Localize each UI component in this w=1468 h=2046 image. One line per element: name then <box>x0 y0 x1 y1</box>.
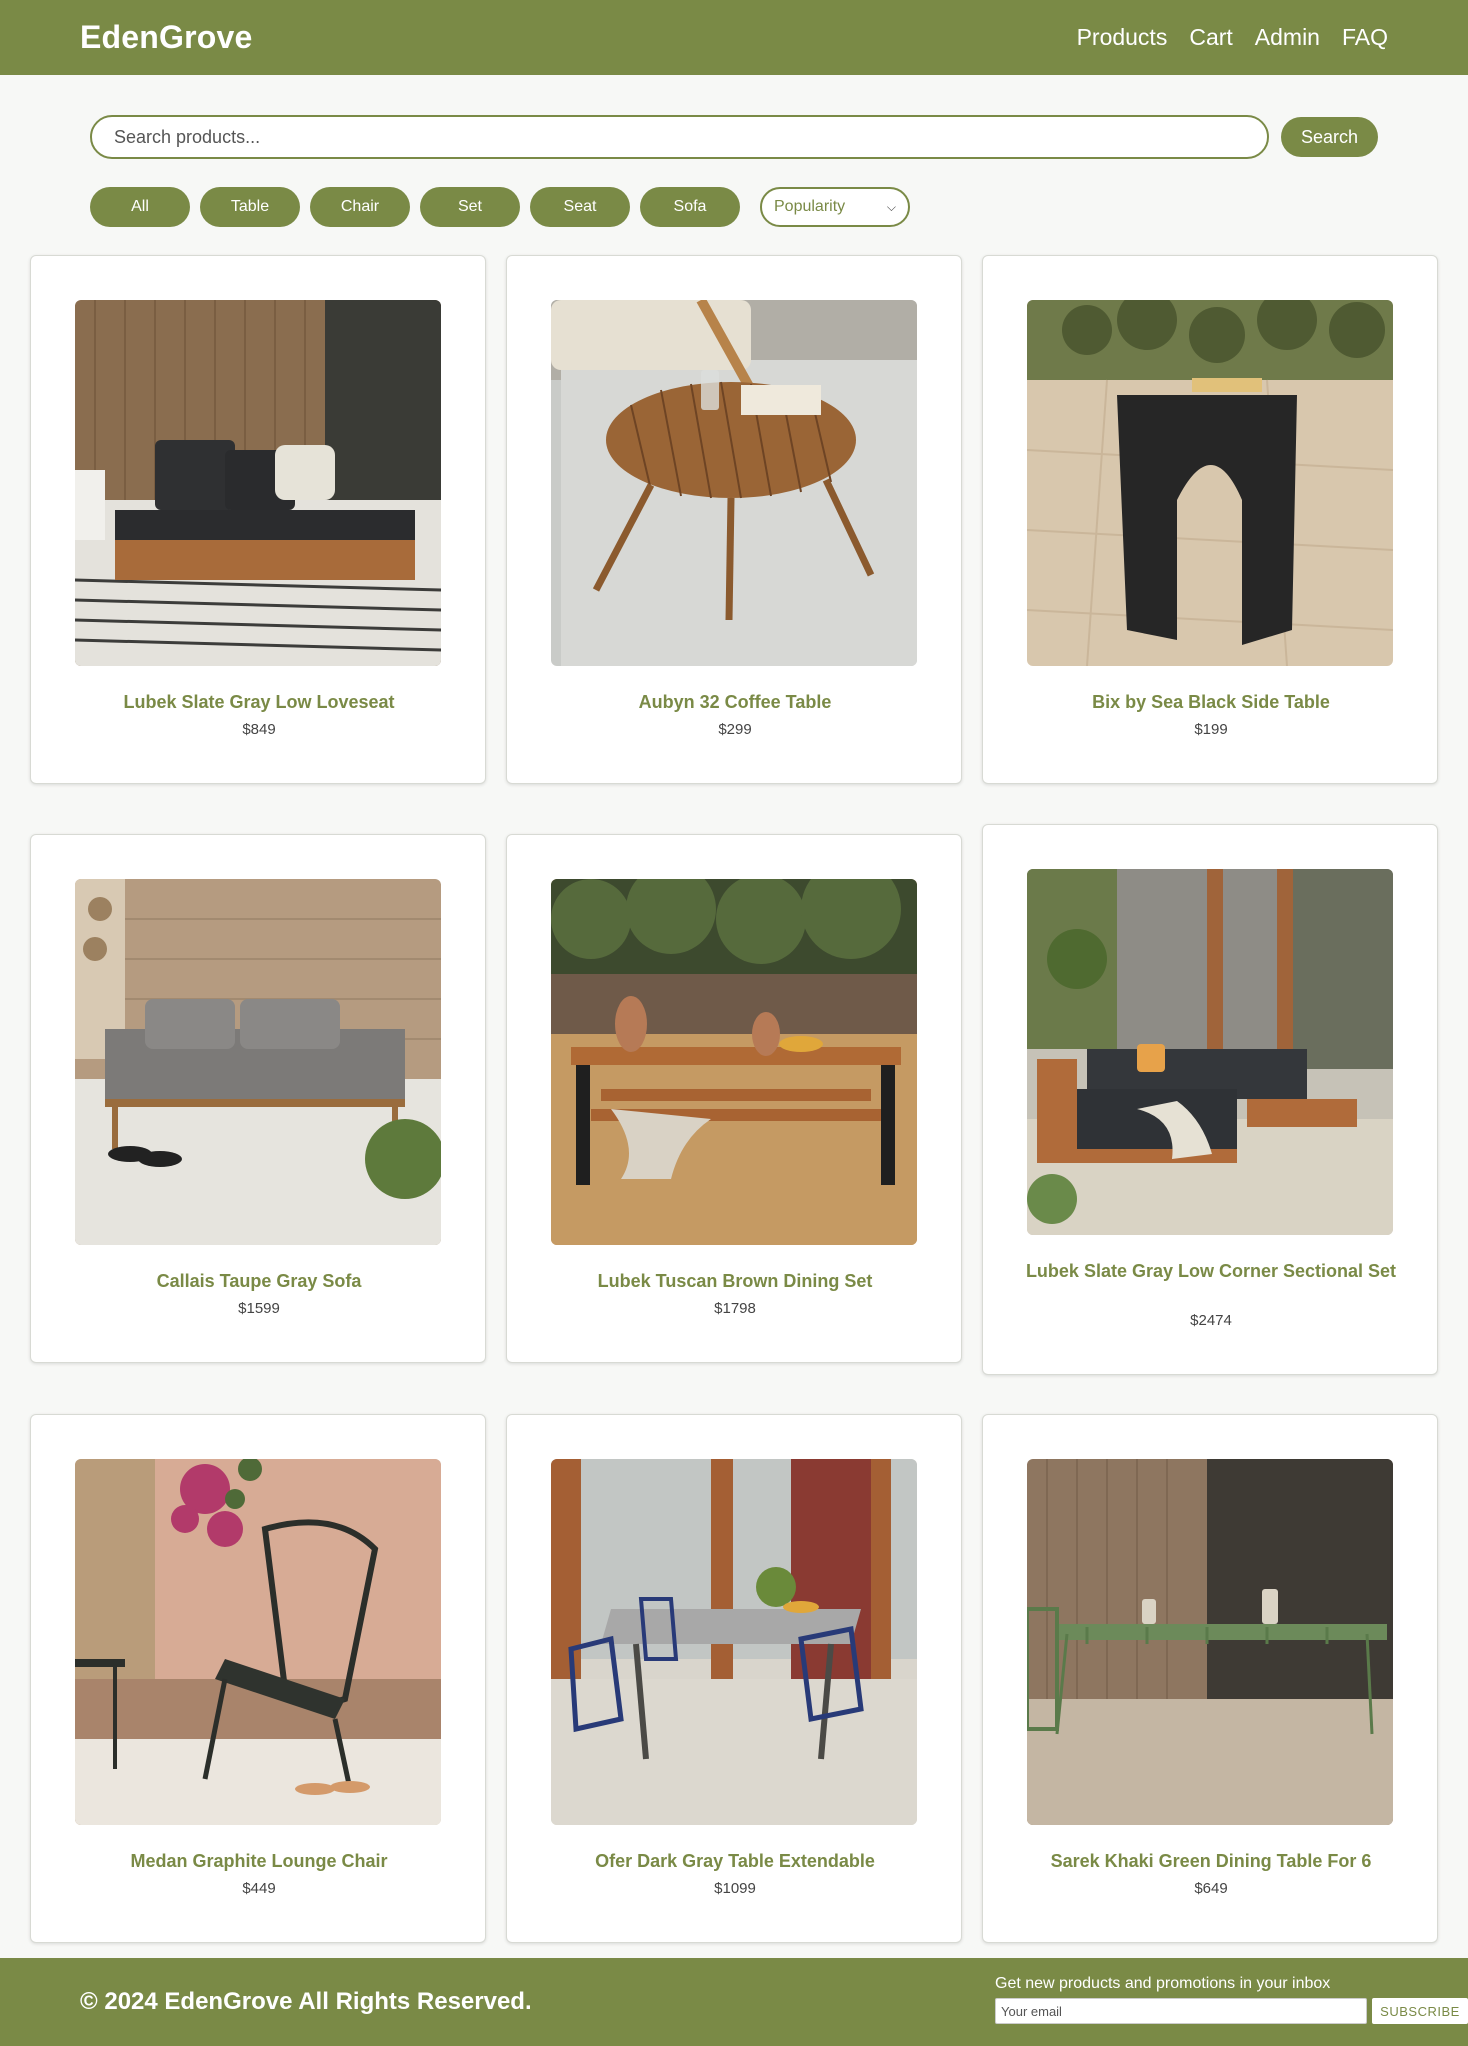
product-name[interactable]: Lubek Slate Gray Low Loveseat <box>61 692 457 713</box>
category-filters: All Table Chair Set Seat Sofa Popularity… <box>90 187 910 227</box>
newsletter-email-input[interactable] <box>995 1998 1367 2024</box>
product-card[interactable]: Medan Graphite Lounge Chair $449 <box>30 1414 486 1943</box>
nav-faq[interactable]: FAQ <box>1342 24 1388 51</box>
product-card[interactable]: Aubyn 32 Coffee Table $299 <box>506 255 962 784</box>
product-image-dining-set[interactable] <box>551 879 917 1245</box>
newsletter-title: Get new products and promotions in your … <box>995 1975 1331 1992</box>
search-bar: Search <box>90 115 1378 159</box>
product-name[interactable]: Lubek Tuscan Brown Dining Set <box>537 1271 933 1292</box>
product-card[interactable]: Callais Taupe Gray Sofa $1599 <box>30 834 486 1363</box>
filter-all[interactable]: All <box>90 187 190 227</box>
search-button[interactable]: Search <box>1281 117 1378 157</box>
product-name[interactable]: Callais Taupe Gray Sofa <box>61 1271 457 1292</box>
product-image-sofa[interactable] <box>75 879 441 1245</box>
product-price: $299 <box>718 721 752 738</box>
product-card[interactable]: Ofer Dark Gray Table Extendable $1099 <box>506 1414 962 1943</box>
product-image-loveseat[interactable] <box>75 300 441 666</box>
product-card[interactable]: Bix by Sea Black Side Table $199 <box>982 255 1438 784</box>
main-nav: Products Cart Admin FAQ <box>1077 24 1388 51</box>
sort-select[interactable]: Popularity ⌵ <box>760 187 910 227</box>
product-image-extendable-table[interactable] <box>551 1459 917 1825</box>
nav-products[interactable]: Products <box>1077 24 1168 51</box>
product-price: $2474 <box>1190 1312 1232 1329</box>
subscribe-button[interactable]: SUBSCRIBE <box>1372 1998 1468 2024</box>
product-name[interactable]: Sarek Khaki Green Dining Table For 6 <box>1013 1851 1409 1872</box>
product-card[interactable]: Lubek Slate Gray Low Corner Sectional Se… <box>982 824 1438 1375</box>
product-name[interactable]: Medan Graphite Lounge Chair <box>61 1851 457 1872</box>
brand-logo[interactable]: EdenGrove <box>80 19 253 56</box>
product-name[interactable]: Ofer Dark Gray Table Extendable <box>537 1851 933 1872</box>
product-card[interactable]: Lubek Tuscan Brown Dining Set $1798 <box>506 834 962 1363</box>
filter-table[interactable]: Table <box>200 187 300 227</box>
site-footer: © 2024 EdenGrove All Rights Reserved. Ge… <box>0 1958 1468 2046</box>
product-image-coffee-table[interactable] <box>551 300 917 666</box>
nav-admin[interactable]: Admin <box>1255 24 1320 51</box>
product-price: $649 <box>1194 1880 1228 1897</box>
copyright-text: © 2024 EdenGrove All Rights Reserved. <box>80 1988 532 2015</box>
product-image-sectional-set[interactable] <box>1027 869 1393 1235</box>
site-header: EdenGrove Products Cart Admin FAQ <box>0 0 1468 75</box>
product-price: $849 <box>242 721 276 738</box>
nav-cart[interactable]: Cart <box>1189 24 1232 51</box>
filter-sofa[interactable]: Sofa <box>640 187 740 227</box>
product-image-lounge-chair[interactable] <box>75 1459 441 1825</box>
product-image-side-table[interactable] <box>1027 300 1393 666</box>
filter-seat[interactable]: Seat <box>530 187 630 227</box>
product-name[interactable]: Bix by Sea Black Side Table <box>1013 692 1409 713</box>
product-price: $1599 <box>238 1300 280 1317</box>
product-name[interactable]: Aubyn 32 Coffee Table <box>537 692 933 713</box>
product-price: $1798 <box>714 1300 756 1317</box>
product-name[interactable]: Lubek Slate Gray Low Corner Sectional Se… <box>1013 1261 1409 1282</box>
product-image-khaki-dining-table[interactable] <box>1027 1459 1393 1825</box>
filter-chair[interactable]: Chair <box>310 187 410 227</box>
product-price: $449 <box>242 1880 276 1897</box>
search-input[interactable] <box>90 115 1270 159</box>
product-card[interactable]: Lubek Slate Gray Low Loveseat $849 <box>30 255 486 784</box>
product-price: $199 <box>1194 721 1228 738</box>
product-card[interactable]: Sarek Khaki Green Dining Table For 6 $64… <box>982 1414 1438 1943</box>
chevron-down-icon: ⌵ <box>886 199 896 214</box>
filter-set[interactable]: Set <box>420 187 520 227</box>
sort-selected-value: Popularity <box>774 198 846 215</box>
product-price: $1099 <box>714 1880 756 1897</box>
